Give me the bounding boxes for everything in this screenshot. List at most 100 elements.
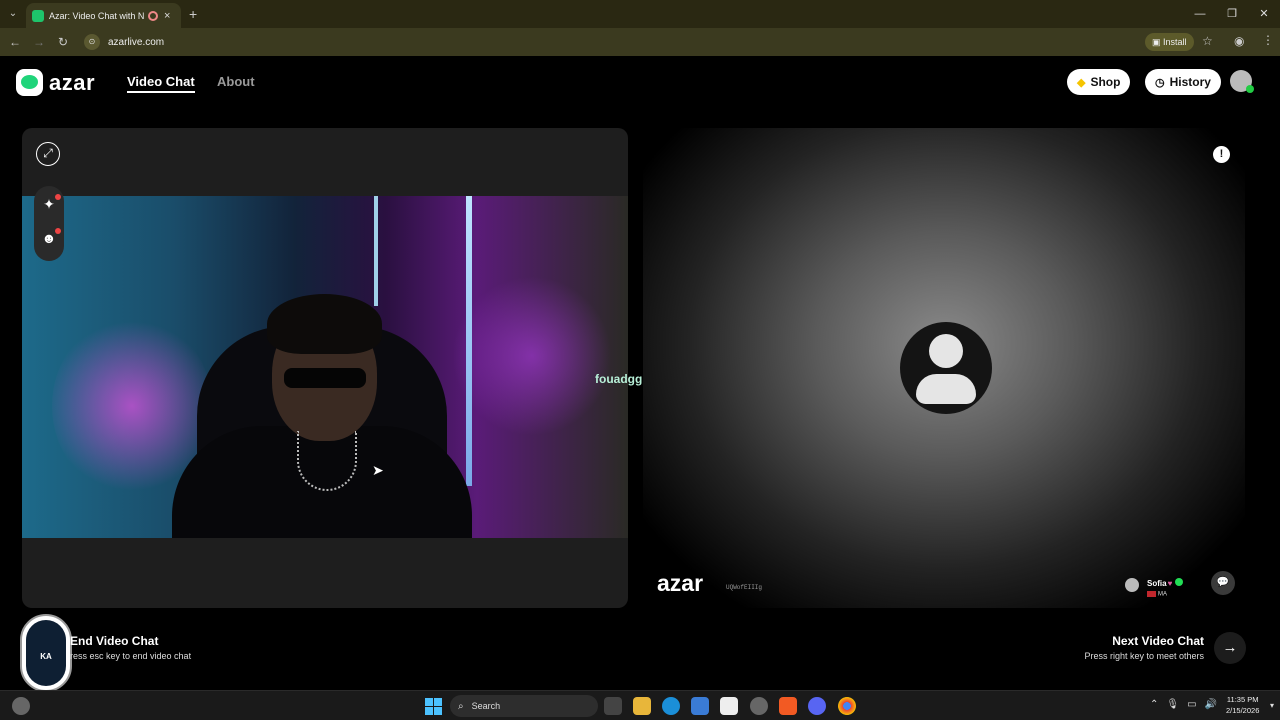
morocco-flag-icon <box>1147 590 1156 597</box>
reload-icon[interactable]: ↻ <box>51 35 75 49</box>
nav-video-chat[interactable]: Video Chat <box>127 74 195 93</box>
history-button[interactable]: ◷ History <box>1145 69 1221 95</box>
discord-icon[interactable] <box>808 697 826 715</box>
history-label: History <box>1169 75 1211 89</box>
partner-avatar-icon <box>1125 578 1139 592</box>
microphone-icon[interactable]: 🎙 <box>1166 699 1179 710</box>
light-strip <box>466 196 472 486</box>
user-avatar[interactable] <box>1230 70 1254 93</box>
display-icon[interactable]: ▭ <box>1187 699 1196 710</box>
clock-date: 2/15/2026 <box>1226 706 1260 715</box>
shop-button[interactable]: ◆ Shop <box>1067 69 1131 95</box>
light-strip <box>374 196 378 306</box>
window-controls: — ❐ ✕ <box>1184 0 1280 28</box>
next-hint: Press right key to meet others <box>1084 651 1204 661</box>
azar-watermark: azar <box>657 570 704 596</box>
brave-icon[interactable] <box>779 697 797 715</box>
nav-about[interactable]: About <box>217 74 255 89</box>
azar-favicon-icon <box>32 9 44 22</box>
self-video-panel: ⤢ ➤ ✦ ☻ <box>22 128 628 608</box>
azar-logo[interactable]: azar <box>16 69 95 96</box>
end-title: End Video Chat <box>70 634 159 648</box>
edge-icon[interactable] <box>662 697 680 715</box>
logo-text: azar <box>49 69 96 95</box>
tab-close-icon[interactable]: × <box>164 10 170 22</box>
browser-profile-icon[interactable]: ◉ <box>1234 34 1244 48</box>
avatar-head <box>929 334 963 368</box>
browser-tab[interactable]: Azar: Video Chat with New × <box>26 3 181 28</box>
minimize-button[interactable]: — <box>1184 0 1216 28</box>
expand-icon[interactable]: ⤢ <box>36 142 60 166</box>
chat-bubble-icon[interactable]: 💬 <box>1211 571 1235 595</box>
back-arrow-icon[interactable]: ← <box>3 35 27 49</box>
purple-light-glow <box>452 276 612 436</box>
room-id: UQWofEIIIg <box>726 584 763 591</box>
self-webcam-feed: ➤ <box>22 196 628 538</box>
browser-menu-icon[interactable]: ⋮ <box>1262 33 1274 47</box>
document-icon[interactable] <box>720 697 738 715</box>
tray-chevron-icon[interactable]: ⌃ <box>1150 699 1158 710</box>
end-hint: ress esc key to end video chat <box>70 651 192 661</box>
phoenix-logo-icon: KA <box>26 620 66 686</box>
taskbar-search[interactable]: ⌕ Search <box>450 695 598 717</box>
gem-icon: ◆ <box>1077 76 1086 89</box>
necklace <box>297 431 357 491</box>
partner-country: MA <box>1147 590 1183 597</box>
online-status-dot <box>1246 85 1254 93</box>
shop-label: Shop <box>1090 75 1121 89</box>
maximize-button[interactable]: ❐ <box>1216 0 1248 28</box>
install-app-button[interactable]: ▣ Install <box>1145 33 1194 51</box>
store-icon[interactable] <box>691 697 709 715</box>
notification-dot <box>55 194 61 200</box>
obs-icon[interactable] <box>750 697 768 715</box>
chrome-icon[interactable] <box>838 697 856 715</box>
recording-icon <box>148 10 158 21</box>
search-label: Search <box>471 701 501 711</box>
partner-info[interactable]: Sofia♥ MA <box>1125 572 1184 598</box>
sticker-face-icon[interactable]: ☻ <box>34 228 64 246</box>
clock-icon: ◷ <box>1155 76 1165 89</box>
install-label: Install <box>1163 37 1187 47</box>
windows-start-icon[interactable] <box>425 698 442 715</box>
notification-dot <box>55 228 61 234</box>
browser-tab-bar: ⌄ Azar: Video Chat with New × + — ❐ ✕ <box>0 0 1280 28</box>
sunglasses <box>284 368 366 388</box>
forward-arrow-icon[interactable]: → <box>27 35 51 49</box>
close-window-button[interactable]: ✕ <box>1248 0 1280 28</box>
heart-icon: ♥ <box>1167 578 1173 588</box>
search-icon: ⌕ <box>458 700 464 712</box>
notification-bell-icon[interactable]: ▾ <box>1270 701 1274 710</box>
site-info-icon[interactable]: ⊙ <box>84 34 100 50</box>
windows-taskbar: ⌕ Search ⌃ 🎙 ▭ 🔊 11:35 PM 2/15/2026 ▾ <box>0 690 1280 720</box>
weather-icon[interactable] <box>12 697 30 715</box>
clock[interactable]: 11:35 PM 2/15/2026 <box>1226 694 1259 716</box>
system-tray: ⌃ 🎙 ▭ 🔊 <box>1150 699 1217 710</box>
task-view-icon[interactable] <box>604 697 622 715</box>
clock-time: 11:35 PM <box>1226 695 1259 704</box>
next-video-chat-button[interactable]: Next Video Chat Press right key to meet … <box>1084 634 1204 661</box>
next-arrow-icon[interactable]: → <box>1214 632 1246 664</box>
channel-logo-overlay: KA <box>20 614 72 692</box>
person-hair <box>267 294 382 354</box>
camera-tools: ✦ ☻ <box>34 186 64 261</box>
report-icon[interactable]: ! <box>1213 146 1230 163</box>
verified-icon <box>1175 577 1184 586</box>
tab-title: Azar: Video Chat with New <box>49 10 144 21</box>
next-title: Next Video Chat <box>1112 634 1204 648</box>
tab-search-icon[interactable]: ⌄ <box>5 6 21 22</box>
end-video-chat-button[interactable]: End Video Chat ress esc key to end video… <box>70 634 191 661</box>
magic-wand-icon[interactable]: ✦ <box>34 194 64 213</box>
partner-placeholder-avatar <box>900 322 992 414</box>
azar-logo-icon <box>16 69 43 96</box>
site-header: azar Video Chat About ◆ Shop ◷ History <box>0 56 1280 108</box>
address-bar-row: ← → ↻ ⊙ azarlive.com ▣ Install ☆ ◉ ⋮ <box>0 28 1280 56</box>
speaker-icon[interactable]: 🔊 <box>1205 699 1217 710</box>
partner-name: Sofia <box>1147 578 1167 588</box>
omnibox[interactable]: ⊙ azarlive.com <box>80 31 1140 53</box>
avatar-body <box>916 374 976 404</box>
new-tab-button[interactable]: + <box>189 6 197 22</box>
mouse-cursor-icon: ➤ <box>372 462 384 478</box>
bookmark-star-icon[interactable]: ☆ <box>1202 34 1213 48</box>
file-explorer-icon[interactable] <box>633 697 651 715</box>
url-text: azarlive.com <box>108 36 165 48</box>
